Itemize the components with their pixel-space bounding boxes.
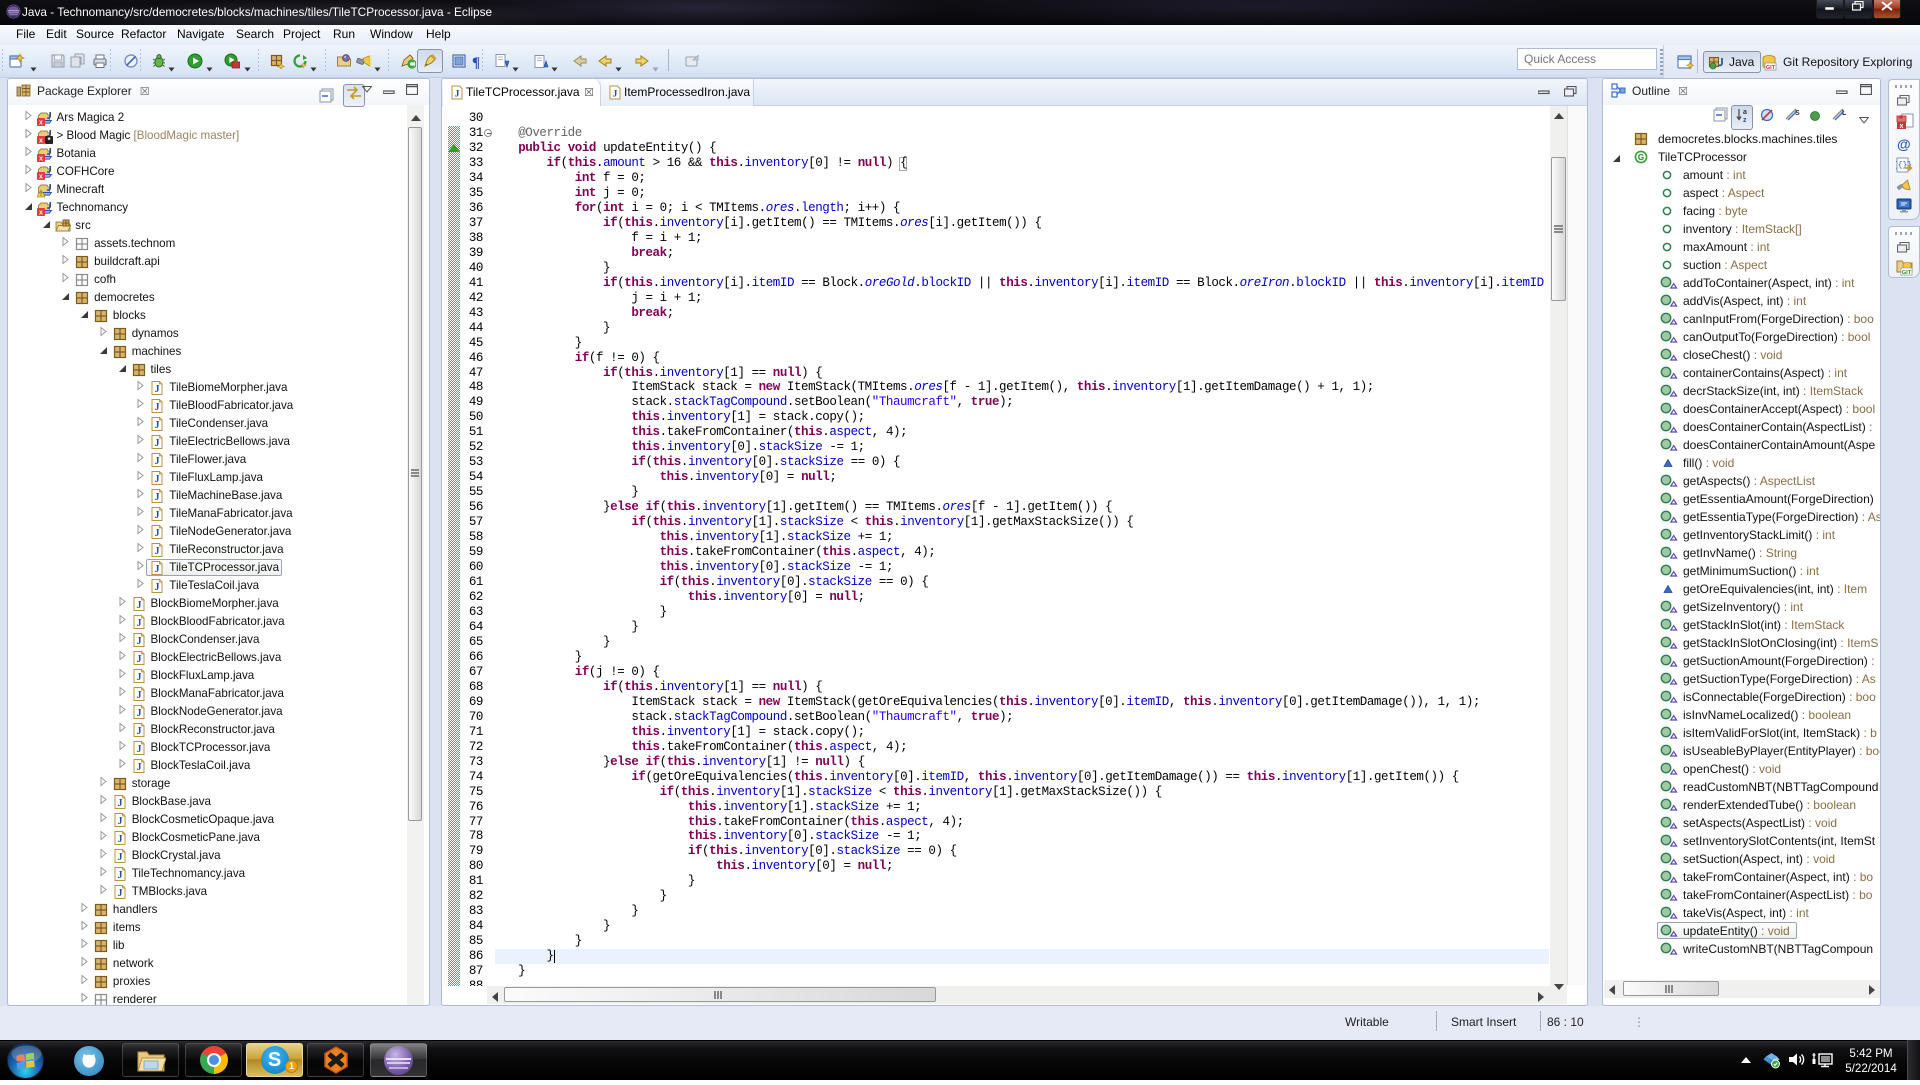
- svg-text:J: J: [136, 600, 141, 611]
- svg-text:!: !: [40, 192, 42, 198]
- svg-text:J: J: [117, 888, 122, 899]
- svg-text:GIT: GIT: [1902, 270, 1912, 276]
- svg-text:x: x: [39, 137, 43, 144]
- svg-text:L: L: [1842, 110, 1847, 117]
- svg-text:J: J: [155, 492, 160, 503]
- svg-text:x: x: [39, 209, 43, 216]
- svg-text:J: J: [155, 474, 160, 485]
- svg-text:J: J: [155, 438, 160, 449]
- svg-text:J: J: [155, 528, 160, 539]
- svg-text:J: J: [613, 90, 618, 100]
- svg-text:x: x: [39, 155, 43, 162]
- svg-text:x: x: [39, 119, 43, 126]
- svg-text:J: J: [155, 582, 160, 593]
- svg-text:x: x: [1900, 123, 1904, 130]
- svg-text:J: J: [155, 546, 160, 557]
- svg-text:J: J: [155, 420, 160, 431]
- svg-text:J: J: [117, 834, 122, 845]
- svg-text:J: J: [455, 90, 460, 100]
- svg-text:G: G: [1638, 153, 1644, 162]
- svg-text:S: S: [1795, 110, 1800, 117]
- svg-text:J: J: [155, 564, 160, 575]
- svg-text:¶: ¶: [472, 55, 480, 69]
- svg-text:J: J: [136, 654, 141, 665]
- svg-text:J: J: [136, 636, 141, 647]
- svg-text:J: J: [136, 762, 141, 773]
- svg-text:J: J: [136, 744, 141, 755]
- svg-text:z: z: [1743, 117, 1747, 123]
- svg-text:J: J: [136, 672, 141, 683]
- svg-text:J: J: [136, 690, 141, 701]
- svg-text:J: J: [155, 384, 160, 395]
- svg-text:J: J: [136, 726, 141, 737]
- svg-text:J: J: [136, 708, 141, 719]
- svg-text:J: J: [117, 798, 122, 809]
- svg-text:J: J: [117, 870, 122, 881]
- svg-text:J: J: [155, 402, 160, 413]
- svg-text:J: J: [117, 816, 122, 827]
- svg-text:J: J: [117, 852, 122, 863]
- svg-text:J: J: [155, 510, 160, 521]
- svg-text:J: J: [155, 456, 160, 467]
- svg-text:GIT: GIT: [1766, 64, 1776, 70]
- svg-text:x: x: [39, 173, 43, 180]
- svg-text:a: a: [1743, 109, 1747, 116]
- svg-text:J: J: [136, 618, 141, 629]
